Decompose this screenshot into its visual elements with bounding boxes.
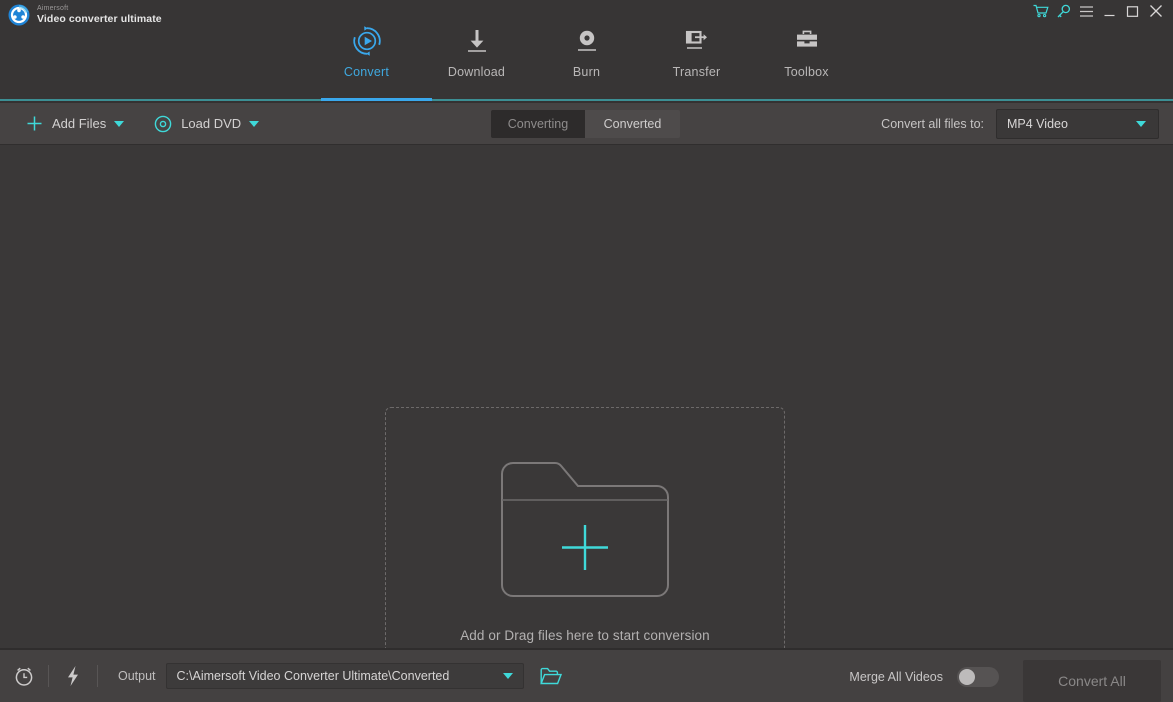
add-files-button[interactable]: Add Files bbox=[22, 109, 110, 139]
dropzone-caption: Add or Drag files here to start conversi… bbox=[460, 628, 710, 643]
divider bbox=[97, 665, 98, 687]
burn-icon bbox=[577, 30, 596, 51]
folder-outline-icon bbox=[499, 460, 671, 605]
output-path-value: C:\Aimersoft Video Converter Ultimate\Co… bbox=[176, 669, 450, 683]
convert-all-button[interactable]: Convert All bbox=[1023, 660, 1161, 702]
nav-item-toolbox[interactable]: Toolbox bbox=[752, 18, 862, 79]
chevron-down-icon bbox=[114, 120, 125, 127]
nav-item-download[interactable]: Download bbox=[422, 18, 532, 79]
add-files-label: Add Files bbox=[52, 116, 107, 131]
title-and-nav-header: Aimersoft Video converter ultimate Conve… bbox=[0, 0, 1173, 103]
disc-icon bbox=[154, 115, 172, 132]
main-nav: Convert Download Burn Transfer Toolbox bbox=[0, 18, 1173, 79]
transfer-icon bbox=[685, 30, 707, 49]
output-format-select[interactable]: MP4 Video bbox=[996, 109, 1159, 139]
plus-icon bbox=[27, 116, 42, 131]
nav-item-convert[interactable]: Convert bbox=[312, 18, 422, 79]
chevron-down-icon bbox=[249, 120, 260, 127]
merge-all-videos-toggle[interactable] bbox=[957, 667, 999, 687]
browse-output-folder-button[interactable] bbox=[539, 667, 562, 686]
nav-label-convert: Convert bbox=[343, 65, 390, 79]
toolbar: Add Files Load DVD Converting Converted … bbox=[0, 103, 1173, 145]
convert-all-to-group: Convert all files to: MP4 Video bbox=[881, 109, 1159, 139]
merge-all-videos-group: Merge All Videos bbox=[849, 650, 999, 702]
merge-all-videos-label: Merge All Videos bbox=[849, 670, 943, 684]
lightning-bolt-icon[interactable] bbox=[49, 649, 97, 702]
convert-icon bbox=[351, 24, 383, 58]
nav-label-transfer: Transfer bbox=[672, 65, 721, 79]
nav-label-download: Download bbox=[447, 65, 506, 79]
nav-item-burn[interactable]: Burn bbox=[532, 18, 642, 79]
nav-item-transfer[interactable]: Transfer bbox=[642, 18, 752, 79]
toggle-knob bbox=[959, 669, 975, 685]
output-label: Output bbox=[118, 669, 156, 683]
alarm-clock-icon[interactable] bbox=[0, 649, 48, 702]
toolbox-icon bbox=[796, 30, 817, 47]
output-format-value: MP4 Video bbox=[1007, 117, 1068, 131]
add-files-dropdown[interactable] bbox=[110, 109, 128, 139]
bottom-bar: Output C:\Aimersoft Video Converter Ulti… bbox=[0, 648, 1173, 702]
download-icon bbox=[461, 24, 493, 58]
convert-all-to-label: Convert all files to: bbox=[881, 117, 984, 131]
load-dvd-label: Load DVD bbox=[181, 116, 242, 131]
nav-label-burn: Burn bbox=[572, 65, 601, 79]
open-folder-icon bbox=[539, 667, 562, 684]
load-dvd-button[interactable]: Load DVD bbox=[150, 109, 245, 139]
tab-converting[interactable]: Converting bbox=[491, 110, 585, 138]
chevron-down-icon bbox=[1136, 121, 1146, 127]
output-path-input[interactable]: C:\Aimersoft Video Converter Ultimate\Co… bbox=[165, 663, 524, 689]
app-window: Aimersoft Video converter ultimate Conve… bbox=[0, 0, 1173, 702]
main-content: Add or Drag files here to start conversi… bbox=[0, 145, 1173, 673]
brand-vendor: Aimersoft bbox=[37, 5, 69, 13]
chevron-down-icon[interactable] bbox=[502, 673, 513, 679]
file-dropzone[interactable]: Add or Drag files here to start conversi… bbox=[385, 407, 785, 673]
load-dvd-dropdown[interactable] bbox=[245, 109, 263, 139]
tab-converted[interactable]: Converted bbox=[585, 110, 680, 138]
nav-label-toolbox: Toolbox bbox=[784, 65, 829, 79]
converting-converted-tabs: Converting Converted bbox=[491, 110, 680, 138]
